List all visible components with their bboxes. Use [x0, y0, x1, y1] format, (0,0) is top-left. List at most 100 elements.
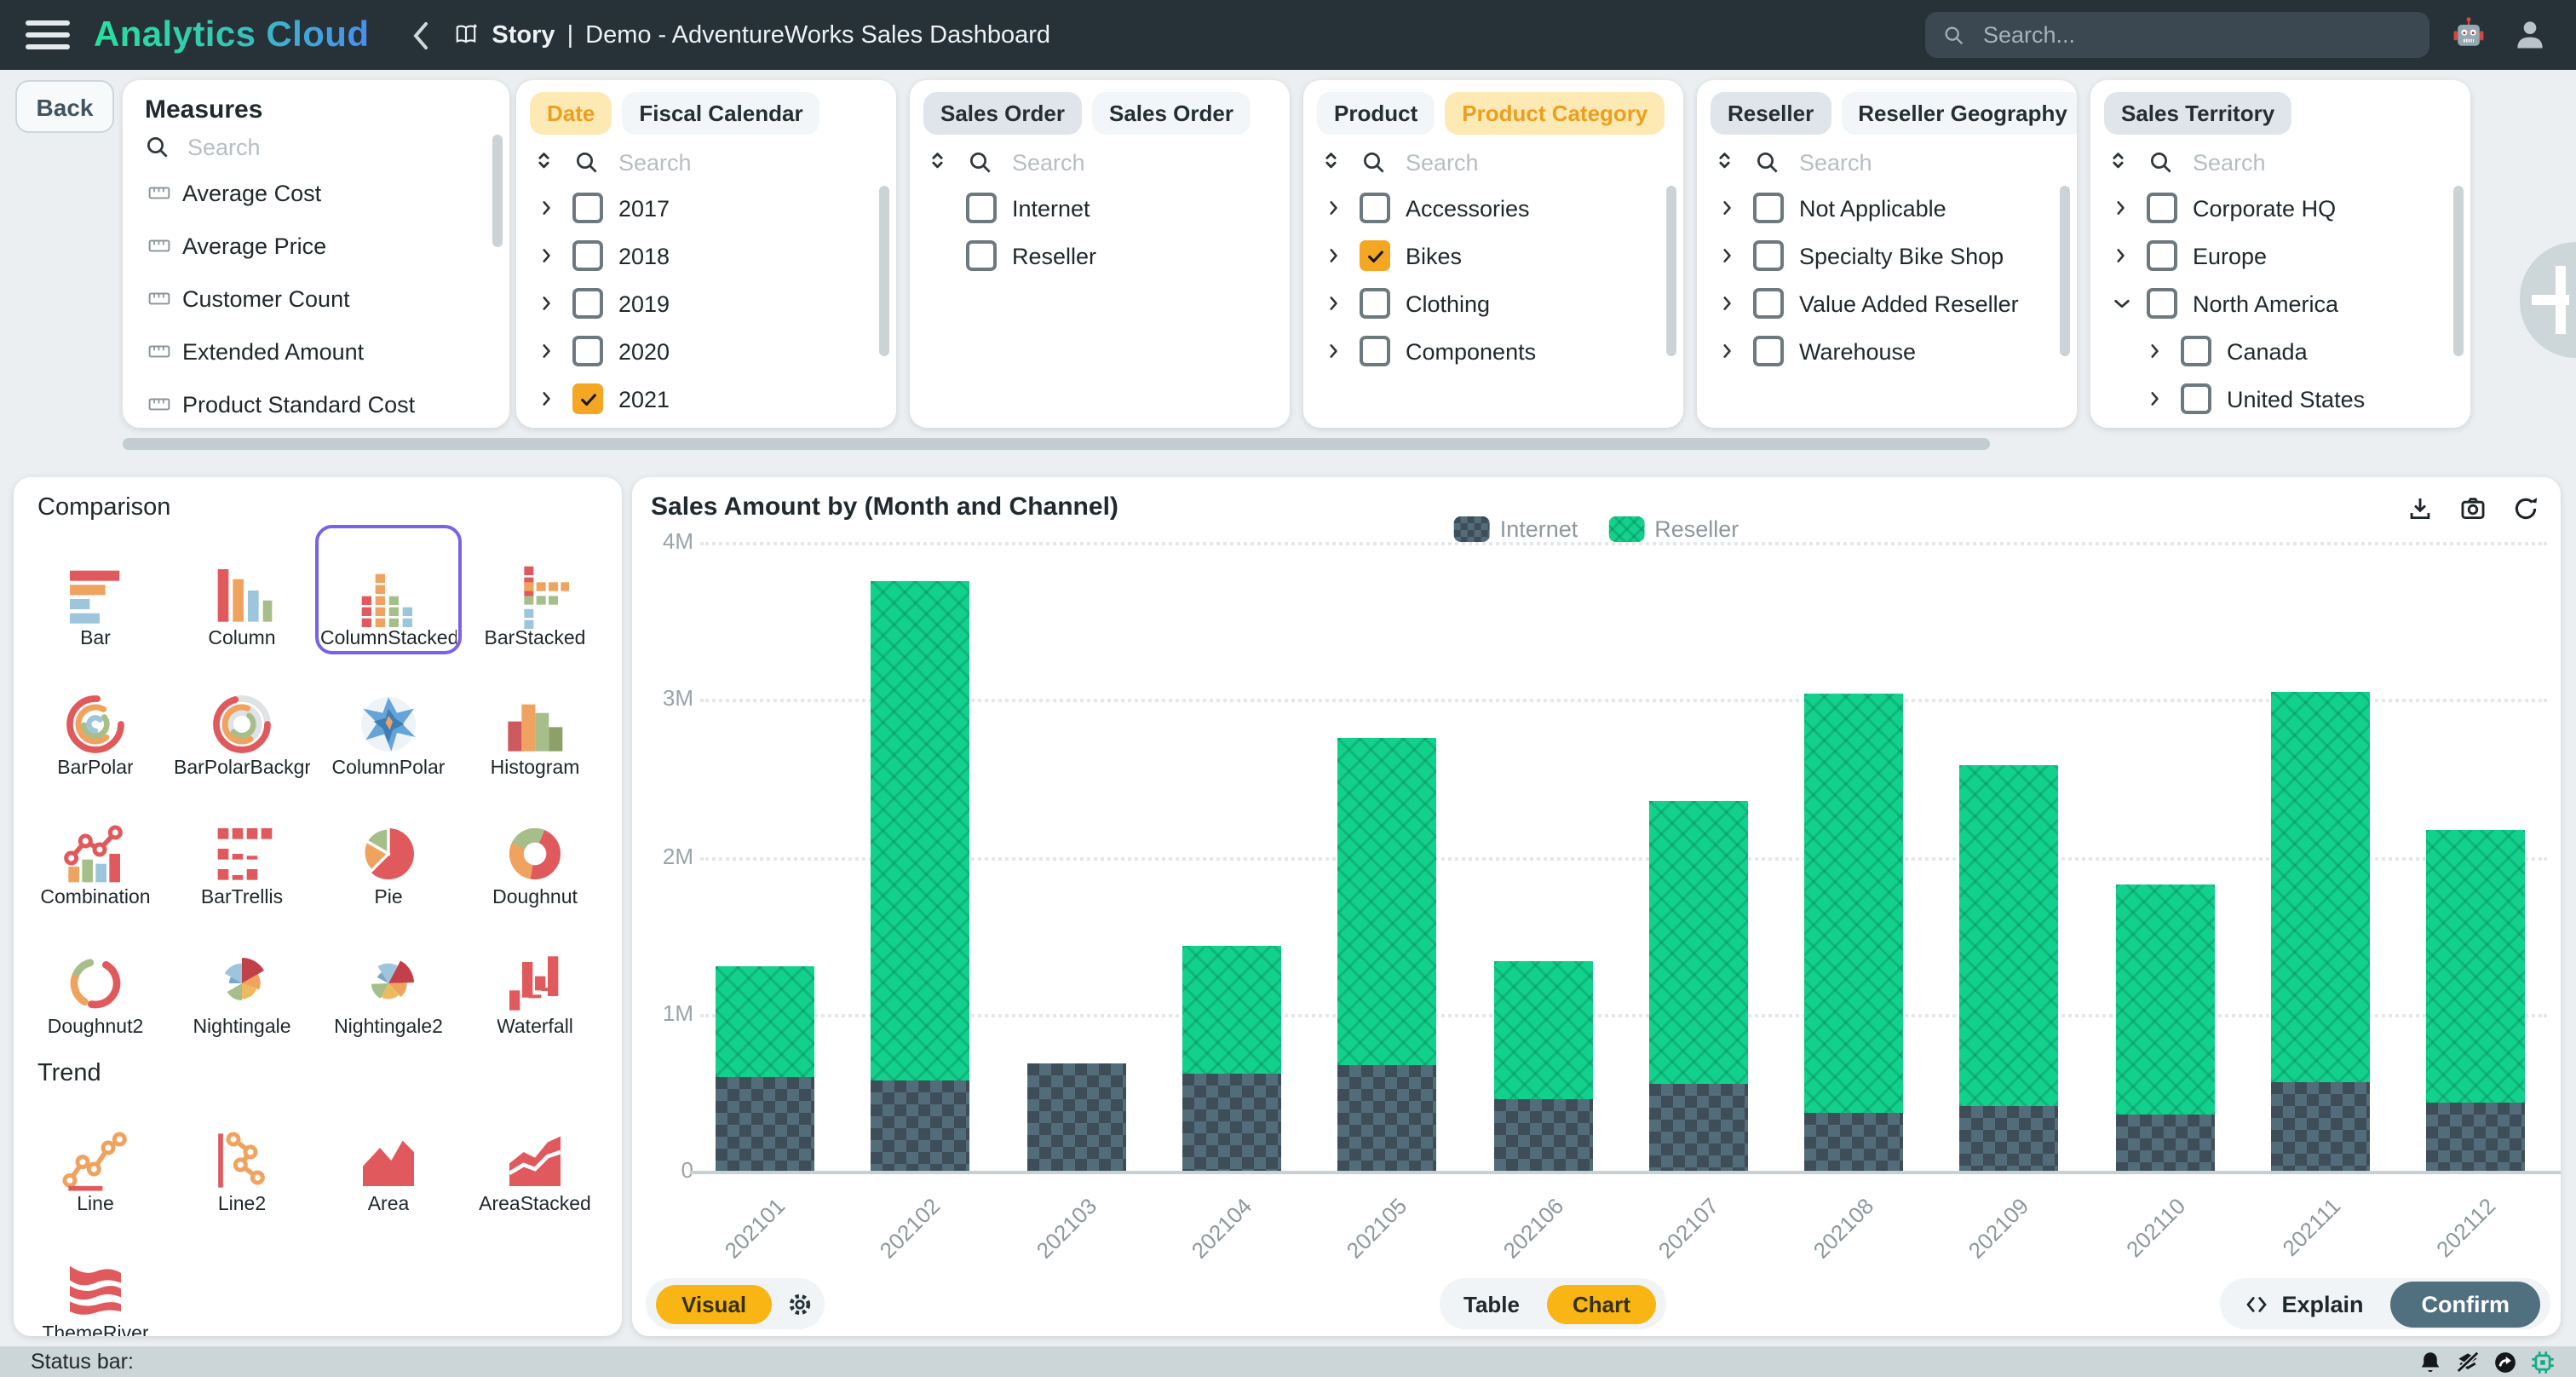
palette-item-bar-stacked[interactable]: BarStacked — [462, 525, 608, 654]
palette-item-doughnut[interactable]: Doughnut — [462, 784, 608, 913]
palette-item-pie[interactable]: Pie — [315, 784, 462, 913]
checkbox[interactable] — [1753, 193, 1784, 223]
explain-button[interactable]: Explain — [2230, 1291, 2377, 1317]
measure-item-customer-count[interactable]: Customer Count — [123, 273, 509, 326]
palette-item-bar-polar-background[interactable]: BarPolarBackground — [169, 654, 315, 784]
global-search-input[interactable] — [1980, 20, 2327, 49]
tree-item-not-applicable[interactable]: Not Applicable — [1697, 184, 2077, 232]
chevron-right-icon[interactable] — [537, 389, 557, 409]
chevron-right-icon[interactable] — [1717, 341, 1738, 361]
bar-reseller-202101[interactable] — [716, 966, 814, 1076]
tab-sales-territory[interactable]: Sales Territory — [2104, 92, 2291, 135]
tree-item-north-america[interactable]: North America — [2090, 279, 2470, 327]
scrollbar[interactable] — [492, 135, 503, 247]
bar-reseller-202107[interactable] — [1649, 802, 1748, 1085]
user-icon[interactable] — [2511, 15, 2549, 61]
measures-search-input[interactable] — [184, 133, 395, 162]
panel-search-input[interactable] — [1402, 147, 1596, 176]
chevron-right-icon[interactable] — [2145, 341, 2165, 361]
chevron-right-icon[interactable] — [537, 245, 557, 266]
legend-item-reseller[interactable]: Reseller — [1608, 516, 1739, 542]
tree-item-2021[interactable]: 2021 — [516, 375, 896, 423]
sort-icon[interactable] — [1716, 148, 1739, 176]
palette-item-doughnut2[interactable]: Doughnut2 — [22, 913, 169, 1043]
bar-reseller-202110[interactable] — [2115, 884, 2214, 1114]
bar-reseller-202102[interactable] — [871, 582, 970, 1081]
checkbox[interactable] — [1360, 288, 1390, 319]
bell-icon[interactable] — [2418, 1349, 2443, 1374]
checkbox[interactable] — [966, 240, 997, 271]
tree-item-europe[interactable]: Europe — [2090, 232, 2470, 279]
chevron-right-icon[interactable] — [1324, 341, 1344, 361]
bar-internet-202104[interactable] — [1182, 1074, 1281, 1171]
palette-item-nightingale[interactable]: Nightingale — [169, 913, 315, 1043]
back-chevron-icon[interactable] — [406, 18, 434, 52]
tree-item-internet[interactable]: Internet — [910, 184, 1290, 232]
checkbox[interactable] — [2181, 383, 2211, 414]
legend-item-internet[interactable]: Internet — [1454, 516, 1578, 542]
visual-button[interactable]: Visual — [656, 1284, 772, 1323]
bar-internet-202112[interactable] — [2427, 1103, 2526, 1171]
tree-item-reseller[interactable]: Reseller — [910, 232, 1290, 279]
measures-search[interactable] — [123, 128, 509, 167]
tree-item-clothing[interactable]: Clothing — [1303, 279, 1683, 327]
chevron-right-icon[interactable] — [2111, 198, 2131, 218]
bar-reseller-202109[interactable] — [1960, 765, 2059, 1106]
gear-icon[interactable] — [785, 1289, 814, 1318]
checkbox[interactable] — [2147, 193, 2177, 223]
bar-reseller-202104[interactable] — [1182, 946, 1281, 1073]
palette-item-area[interactable]: Area — [315, 1091, 462, 1220]
tree-item-specialty-bike-shop[interactable]: Specialty Bike Shop — [1697, 232, 2077, 279]
checkbox[interactable] — [1360, 193, 1390, 223]
bar-internet-202111[interactable] — [2271, 1083, 2370, 1171]
palette-item-line2[interactable]: Line2 — [169, 1091, 315, 1220]
sort-icon[interactable] — [2109, 148, 2133, 176]
sort-icon[interactable] — [1322, 148, 1346, 176]
palette-item-line[interactable]: Line — [22, 1091, 169, 1220]
scrollbar[interactable] — [1666, 186, 1676, 356]
tree-item-bikes[interactable]: Bikes — [1303, 232, 1683, 279]
scrollbar[interactable] — [2453, 186, 2464, 356]
tab-sales-order[interactable]: Sales Order — [923, 92, 1082, 135]
checkbox[interactable] — [572, 383, 603, 414]
bar-internet-202110[interactable] — [2115, 1115, 2214, 1171]
layers-off-icon[interactable] — [2455, 1349, 2481, 1374]
checkbox[interactable] — [1753, 336, 1784, 366]
bar-reseller-202106[interactable] — [1493, 962, 1592, 1098]
tree-item-2020[interactable]: 2020 — [516, 327, 896, 375]
global-search[interactable] — [1925, 12, 2429, 58]
tree-item-warehouse[interactable]: Warehouse — [1697, 327, 2077, 375]
tree-item-value-added-reseller[interactable]: Value Added Reseller — [1697, 279, 2077, 327]
bar-internet-202106[interactable] — [1493, 1098, 1592, 1171]
chevron-right-icon[interactable] — [1324, 245, 1344, 266]
checkbox[interactable] — [2181, 336, 2211, 366]
checkbox[interactable] — [572, 240, 603, 271]
chevron-right-icon[interactable] — [1324, 198, 1344, 218]
chevron-right-icon[interactable] — [2111, 245, 2131, 266]
chevron-right-icon[interactable] — [537, 341, 557, 361]
chart-toggle[interactable]: Chart — [1547, 1284, 1656, 1323]
tab-sales-order[interactable]: Sales Order — [1092, 92, 1251, 135]
tab-product-category[interactable]: Product Category — [1445, 92, 1665, 135]
chip-icon[interactable] — [2530, 1349, 2556, 1374]
checkbox[interactable] — [572, 193, 603, 223]
chevron-down-icon[interactable] — [2111, 293, 2131, 314]
palette-item-bar-polar[interactable]: BarPolar — [22, 654, 169, 784]
back-button[interactable]: Back — [15, 80, 114, 133]
tree-item-components[interactable]: Components — [1303, 327, 1683, 375]
measure-item-extended-amount[interactable]: Extended Amount — [123, 326, 509, 378]
palette-item-column-stacked[interactable]: ColumnStacked — [315, 525, 462, 654]
chevron-right-icon[interactable] — [2145, 389, 2165, 409]
scrollbar[interactable] — [879, 186, 889, 356]
chevron-right-icon[interactable] — [1717, 245, 1738, 266]
checkbox[interactable] — [1360, 336, 1390, 366]
chevron-right-icon[interactable] — [537, 293, 557, 314]
bar-internet-202105[interactable] — [1337, 1065, 1436, 1171]
tab-date[interactable]: Date — [530, 92, 612, 135]
chevron-right-icon[interactable] — [1717, 293, 1738, 314]
tree-item-2017[interactable]: 2017 — [516, 184, 896, 232]
palette-item-column[interactable]: Column — [169, 525, 315, 654]
scrollbar[interactable] — [2060, 186, 2070, 356]
palette-item-theme-river[interactable]: ThemeRiver — [22, 1220, 169, 1336]
chevron-right-icon[interactable] — [1717, 198, 1738, 218]
